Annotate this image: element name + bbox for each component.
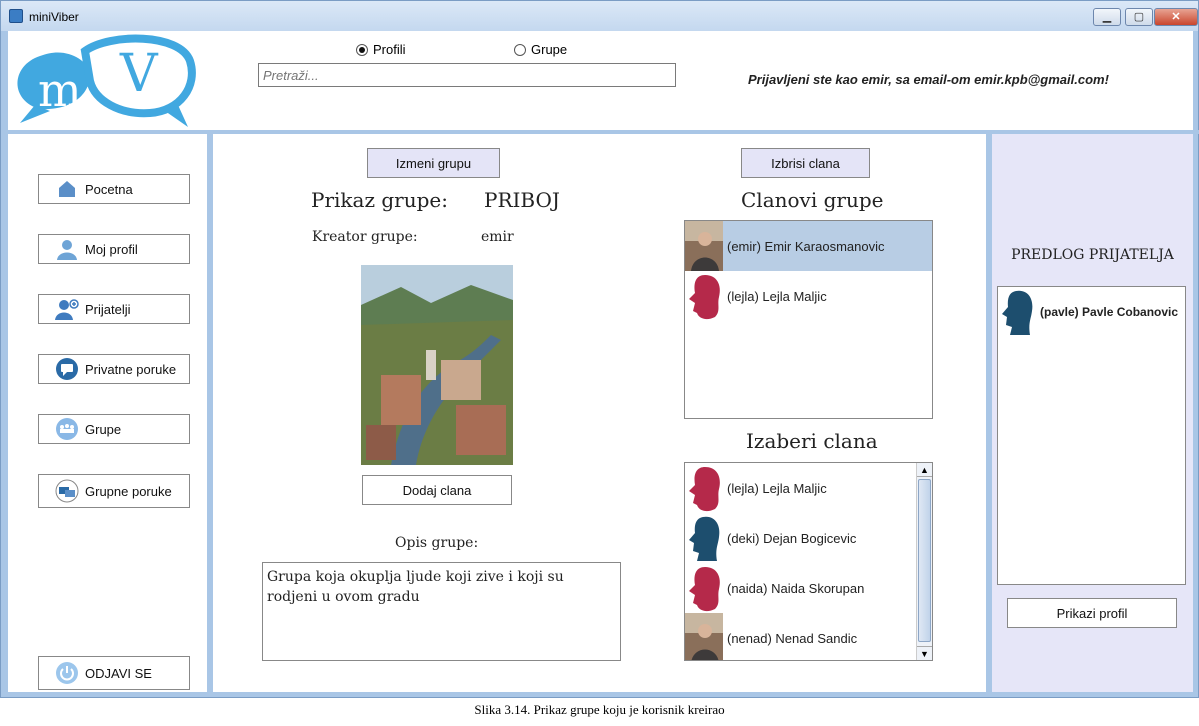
- power-icon: [55, 661, 79, 685]
- nav-grupe-label: Grupe: [85, 421, 122, 437]
- members-list[interactable]: (emir) Emir Karaosmanovic (lejla) Lejla M…: [684, 220, 933, 419]
- avatar: [685, 221, 723, 271]
- avatar: [685, 613, 723, 660]
- minimize-button[interactable]: ▁: [1093, 8, 1121, 26]
- list-item[interactable]: (pavle) Pavle Cobanovic: [998, 287, 1185, 337]
- group-title-label: Prikaz grupe:: [311, 188, 448, 212]
- nav-prijatelji-label: Prijatelji: [85, 301, 131, 317]
- edit-group-button[interactable]: Izmeni grupu: [367, 148, 500, 178]
- description-label: Opis grupe:: [395, 535, 479, 551]
- nav-pocetna-label: Pocetna: [85, 181, 133, 197]
- close-button[interactable]: ✕: [1154, 8, 1198, 26]
- members-title: Clanovi grupe: [741, 188, 884, 212]
- title-bar: miniViber ▁ ▢ ✕: [1, 1, 1198, 31]
- logo-icon: m V: [17, 34, 196, 127]
- show-profile-button[interactable]: Prikazi profil: [1007, 598, 1177, 628]
- figure-caption: Slika 3.14. Prikaz grupe koju je korisni…: [474, 702, 725, 717]
- search-input[interactable]: [258, 63, 676, 87]
- radio-groups[interactable]: Grupe: [514, 42, 567, 57]
- user-icon: [55, 237, 79, 261]
- chat-icon: [55, 357, 79, 381]
- avatar: [998, 287, 1036, 337]
- scrollbar[interactable]: ▲ ▼: [916, 463, 932, 660]
- choose-title: Izaberi clana: [746, 429, 878, 453]
- list-item-label: (naida) Naida Skorupan: [727, 580, 865, 596]
- sidebar: Pocetna Moj profil Prijatelji Privatne p…: [8, 134, 207, 692]
- avatar: [685, 463, 723, 513]
- nav-grupne-poruke[interactable]: Grupne poruke: [38, 474, 190, 508]
- list-item[interactable]: (deki) Dejan Bogicevic: [685, 513, 932, 563]
- list-item-label: (nenad) Nenad Sandic: [727, 630, 858, 646]
- nav-moj-profil[interactable]: Moj profil: [38, 234, 190, 264]
- choose-list[interactable]: (lejla) Lejla Maljic (deki) Dejan Bogicev…: [684, 462, 933, 661]
- login-info: Prijavljeni ste kao emir, sa email-om em…: [748, 72, 1109, 87]
- description-box[interactable]: Grupa koja okuplja ljude koji zive i koj…: [262, 562, 621, 661]
- radio-empty-icon: [514, 43, 526, 56]
- window-title: miniViber: [29, 10, 79, 24]
- list-item-label: (lejla) Lejla Maljic: [727, 480, 827, 496]
- nav-grupne-poruke-label: Grupne poruke: [85, 483, 172, 499]
- radio-profiles-label: Profili: [373, 42, 406, 57]
- radio-selected-icon: [356, 43, 368, 56]
- nav-pocetna[interactable]: Pocetna: [38, 174, 190, 204]
- list-item[interactable]: (lejla) Lejla Maljic: [685, 271, 932, 321]
- group-icon: [55, 417, 79, 441]
- creator-name: emir: [481, 229, 514, 245]
- nav-prijatelji[interactable]: Prijatelji: [38, 294, 190, 324]
- list-item[interactable]: (emir) Emir Karaosmanovic: [685, 221, 932, 271]
- list-item-label: (lejla) Lejla Maljic: [727, 288, 827, 304]
- group-panel: Izmeni grupu Prikaz grupe: PRIBOJ Kreato…: [213, 134, 987, 692]
- add-member-button[interactable]: Dodaj clana: [362, 475, 512, 505]
- suggestions-title: PREDLOG PRIJATELJA: [1011, 247, 1174, 263]
- group-name: PRIBOJ: [484, 188, 560, 212]
- radio-profiles[interactable]: Profili: [356, 42, 406, 57]
- suggestions-list[interactable]: (pavle) Pavle Cobanovic: [997, 286, 1186, 585]
- group-chat-icon: [55, 479, 79, 503]
- avatar: [685, 513, 723, 563]
- scroll-thumb[interactable]: [918, 479, 931, 642]
- header: m V Profili Grupe Prijavljeni ste kao em…: [8, 31, 1193, 130]
- avatar: [685, 563, 723, 613]
- list-item-label: (deki) Dejan Bogicevic: [727, 530, 857, 546]
- scroll-up-icon[interactable]: ▲: [917, 463, 932, 477]
- avatar: [685, 271, 723, 321]
- nav-privatne-poruke[interactable]: Privatne poruke: [38, 354, 190, 384]
- friends-icon: [55, 297, 79, 321]
- logout-label: ODJAVI SE: [85, 665, 152, 681]
- app-icon: [9, 9, 23, 23]
- nav-grupe[interactable]: Grupe: [38, 414, 190, 444]
- group-photo: [361, 265, 513, 465]
- remove-member-button[interactable]: Izbrisi clana: [741, 148, 870, 178]
- app-window: miniViber ▁ ▢ ✕ m V Profili Grupe Prijav…: [0, 0, 1199, 698]
- home-icon: [55, 177, 79, 201]
- list-item[interactable]: (naida) Naida Skorupan: [685, 563, 932, 613]
- radio-groups-label: Grupe: [531, 42, 568, 57]
- creator-label: Kreator grupe:: [312, 229, 418, 245]
- list-item-label: (emir) Emir Karaosmanovic: [727, 238, 885, 254]
- list-item[interactable]: (lejla) Lejla Maljic: [685, 463, 932, 513]
- svg-text:m: m: [38, 63, 82, 117]
- list-item-label: (pavle) Pavle Cobanovic: [1040, 305, 1179, 319]
- scroll-down-icon[interactable]: ▼: [917, 646, 932, 660]
- list-item[interactable]: (nenad) Nenad Sandic: [685, 613, 932, 660]
- suggestions-panel: PREDLOG PRIJATELJA (pavle) Pavle Cobanov…: [992, 134, 1193, 692]
- maximize-button[interactable]: ▢: [1125, 8, 1153, 26]
- logout-button[interactable]: ODJAVI SE: [38, 656, 190, 690]
- nav-moj-profil-label: Moj profil: [85, 241, 138, 257]
- svg-text:V: V: [119, 44, 159, 104]
- nav-privatne-poruke-label: Privatne poruke: [85, 361, 177, 377]
